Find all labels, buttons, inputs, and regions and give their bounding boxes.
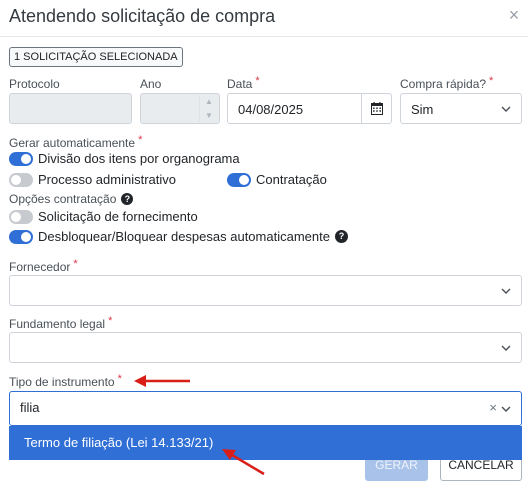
annotation-arrow-option (222, 449, 265, 476)
annotation-arrows (134, 375, 265, 476)
annotation-arrow-label (134, 375, 190, 387)
